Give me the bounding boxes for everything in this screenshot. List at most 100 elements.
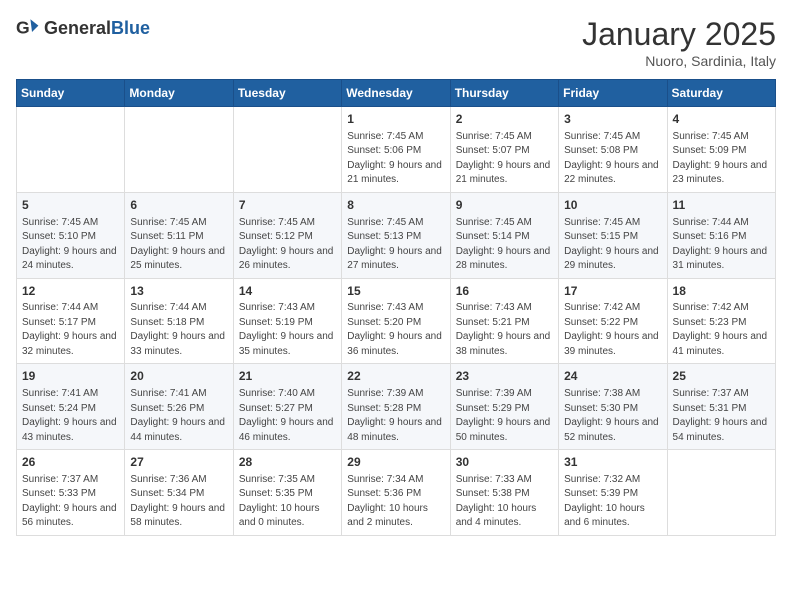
day-number: 14 xyxy=(239,283,336,300)
day-info: Sunrise: 7:45 AM Sunset: 5:14 PM Dayligh… xyxy=(456,216,553,274)
table-row: 8 Sunrise: 7:45 AM Sunset: 5:13 PM Daylig… xyxy=(342,192,450,278)
table-row xyxy=(667,450,775,536)
table-row: 15Sunrise: 7:43 AM Sunset: 5:20 PM Dayli… xyxy=(342,278,450,364)
day-number: 3 xyxy=(564,111,661,128)
day-number: 18 xyxy=(673,283,770,300)
table-row: 9 Sunrise: 7:45 AM Sunset: 5:14 PM Daylig… xyxy=(450,192,558,278)
day-info: Sunrise: 7:42 AM Sunset: 5:22 PM Dayligh… xyxy=(564,301,661,359)
day-number: 10 xyxy=(564,197,661,214)
day-number: 17 xyxy=(564,283,661,300)
calendar-week-row: 1 Sunrise: 7:45 AM Sunset: 5:06 PM Daylig… xyxy=(17,107,776,193)
calendar-week-row: 19 Sunrise: 7:41 AM Sunset: 5:24 PM Dayli… xyxy=(17,364,776,450)
table-row: 24 Sunrise: 7:38 AM Sunset: 5:30 PM Dayli… xyxy=(559,364,667,450)
day-number: 6 xyxy=(130,197,227,214)
table-row: 18Sunrise: 7:42 AM Sunset: 5:23 PM Dayli… xyxy=(667,278,775,364)
day-info: Sunrise: 7:37 AM Sunset: 5:31 PM Dayligh… xyxy=(673,387,770,445)
table-row: 20Sunrise: 7:41 AM Sunset: 5:26 PM Dayli… xyxy=(125,364,233,450)
day-number: 1 xyxy=(347,111,444,128)
day-number: 23 xyxy=(456,368,553,385)
logo: G GeneralBlue xyxy=(16,16,150,40)
svg-text:G: G xyxy=(16,18,30,38)
day-number: 15 xyxy=(347,283,444,300)
header-wednesday: Wednesday xyxy=(342,80,450,107)
day-info: Sunrise: 7:45 AM Sunset: 5:10 PM Dayligh… xyxy=(22,216,119,274)
logo-general: General xyxy=(44,18,111,38)
day-info: Sunrise: 7:45 AM Sunset: 5:07 PM Dayligh… xyxy=(456,130,553,188)
table-row: 26 Sunrise: 7:37 AM Sunset: 5:33 PM Dayli… xyxy=(17,450,125,536)
day-info: Sunrise: 7:37 AM Sunset: 5:33 PM Dayligh… xyxy=(22,473,119,531)
day-info: Sunrise: 7:38 AM Sunset: 5:30 PM Dayligh… xyxy=(564,387,661,445)
day-number: 25 xyxy=(673,368,770,385)
day-info: Sunrise: 7:43 AM Sunset: 5:21 PM Dayligh… xyxy=(456,301,553,359)
table-row: 12Sunrise: 7:44 AM Sunset: 5:17 PM Dayli… xyxy=(17,278,125,364)
month-title: January 2025 xyxy=(582,16,776,53)
table-row: 17Sunrise: 7:42 AM Sunset: 5:22 PM Dayli… xyxy=(559,278,667,364)
day-info: Sunrise: 7:45 AM Sunset: 5:09 PM Dayligh… xyxy=(673,130,770,188)
table-row: 22Sunrise: 7:39 AM Sunset: 5:28 PM Dayli… xyxy=(342,364,450,450)
day-number: 22 xyxy=(347,368,444,385)
location-subtitle: Nuoro, Sardinia, Italy xyxy=(582,53,776,69)
day-info: Sunrise: 7:39 AM Sunset: 5:29 PM Dayligh… xyxy=(456,387,553,445)
header-tuesday: Tuesday xyxy=(233,80,341,107)
table-row xyxy=(17,107,125,193)
day-info: Sunrise: 7:34 AM Sunset: 5:36 PM Dayligh… xyxy=(347,473,444,531)
table-row: 23 Sunrise: 7:39 AM Sunset: 5:29 PM Dayli… xyxy=(450,364,558,450)
day-info: Sunrise: 7:45 AM Sunset: 5:08 PM Dayligh… xyxy=(564,130,661,188)
page-header: G GeneralBlue January 2025 Nuoro, Sardin… xyxy=(16,16,776,69)
day-info: Sunrise: 7:45 AM Sunset: 5:06 PM Dayligh… xyxy=(347,130,444,188)
table-row: 28Sunrise: 7:35 AM Sunset: 5:35 PM Dayli… xyxy=(233,450,341,536)
day-number: 8 xyxy=(347,197,444,214)
day-number: 28 xyxy=(239,454,336,471)
day-number: 24 xyxy=(564,368,661,385)
table-row xyxy=(233,107,341,193)
day-info: Sunrise: 7:40 AM Sunset: 5:27 PM Dayligh… xyxy=(239,387,336,445)
table-row: 7Sunrise: 7:45 AM Sunset: 5:12 PM Daylig… xyxy=(233,192,341,278)
day-info: Sunrise: 7:41 AM Sunset: 5:26 PM Dayligh… xyxy=(130,387,227,445)
day-info: Sunrise: 7:36 AM Sunset: 5:34 PM Dayligh… xyxy=(130,473,227,531)
table-row: 3 Sunrise: 7:45 AM Sunset: 5:08 PM Daylig… xyxy=(559,107,667,193)
day-number: 7 xyxy=(239,197,336,214)
day-info: Sunrise: 7:43 AM Sunset: 5:20 PM Dayligh… xyxy=(347,301,444,359)
day-info: Sunrise: 7:41 AM Sunset: 5:24 PM Dayligh… xyxy=(22,387,119,445)
header-thursday: Thursday xyxy=(450,80,558,107)
table-row: 19 Sunrise: 7:41 AM Sunset: 5:24 PM Dayli… xyxy=(17,364,125,450)
day-info: Sunrise: 7:44 AM Sunset: 5:16 PM Dayligh… xyxy=(673,216,770,274)
day-info: Sunrise: 7:43 AM Sunset: 5:19 PM Dayligh… xyxy=(239,301,336,359)
table-row: 5 Sunrise: 7:45 AM Sunset: 5:10 PM Daylig… xyxy=(17,192,125,278)
day-info: Sunrise: 7:42 AM Sunset: 5:23 PM Dayligh… xyxy=(673,301,770,359)
table-row xyxy=(125,107,233,193)
day-number: 19 xyxy=(22,368,119,385)
day-number: 29 xyxy=(347,454,444,471)
table-row: 16Sunrise: 7:43 AM Sunset: 5:21 PM Dayli… xyxy=(450,278,558,364)
table-row: 1 Sunrise: 7:45 AM Sunset: 5:06 PM Daylig… xyxy=(342,107,450,193)
day-number: 26 xyxy=(22,454,119,471)
title-area: January 2025 Nuoro, Sardinia, Italy xyxy=(582,16,776,69)
header-saturday: Saturday xyxy=(667,80,775,107)
day-number: 9 xyxy=(456,197,553,214)
day-number: 21 xyxy=(239,368,336,385)
calendar-table: Sunday Monday Tuesday Wednesday Thursday… xyxy=(16,79,776,536)
header-friday: Friday xyxy=(559,80,667,107)
day-info: Sunrise: 7:45 AM Sunset: 5:15 PM Dayligh… xyxy=(564,216,661,274)
day-number: 5 xyxy=(22,197,119,214)
table-row: 25 Sunrise: 7:37 AM Sunset: 5:31 PM Dayli… xyxy=(667,364,775,450)
day-number: 11 xyxy=(673,197,770,214)
table-row: 30 Sunrise: 7:33 AM Sunset: 5:38 PM Dayli… xyxy=(450,450,558,536)
day-number: 13 xyxy=(130,283,227,300)
calendar-week-row: 12Sunrise: 7:44 AM Sunset: 5:17 PM Dayli… xyxy=(17,278,776,364)
table-row: 4Sunrise: 7:45 AM Sunset: 5:09 PM Daylig… xyxy=(667,107,775,193)
day-info: Sunrise: 7:33 AM Sunset: 5:38 PM Dayligh… xyxy=(456,473,553,531)
table-row: 31Sunrise: 7:32 AM Sunset: 5:39 PM Dayli… xyxy=(559,450,667,536)
table-row: 13Sunrise: 7:44 AM Sunset: 5:18 PM Dayli… xyxy=(125,278,233,364)
logo-icon: G xyxy=(16,16,40,40)
table-row: 10 Sunrise: 7:45 AM Sunset: 5:15 PM Dayli… xyxy=(559,192,667,278)
table-row: 11 Sunrise: 7:44 AM Sunset: 5:16 PM Dayli… xyxy=(667,192,775,278)
day-number: 12 xyxy=(22,283,119,300)
day-info: Sunrise: 7:45 AM Sunset: 5:11 PM Dayligh… xyxy=(130,216,227,274)
header-sunday: Sunday xyxy=(17,80,125,107)
table-row: 29 Sunrise: 7:34 AM Sunset: 5:36 PM Dayli… xyxy=(342,450,450,536)
day-info: Sunrise: 7:44 AM Sunset: 5:17 PM Dayligh… xyxy=(22,301,119,359)
day-number: 30 xyxy=(456,454,553,471)
day-number: 27 xyxy=(130,454,227,471)
day-info: Sunrise: 7:45 AM Sunset: 5:13 PM Dayligh… xyxy=(347,216,444,274)
